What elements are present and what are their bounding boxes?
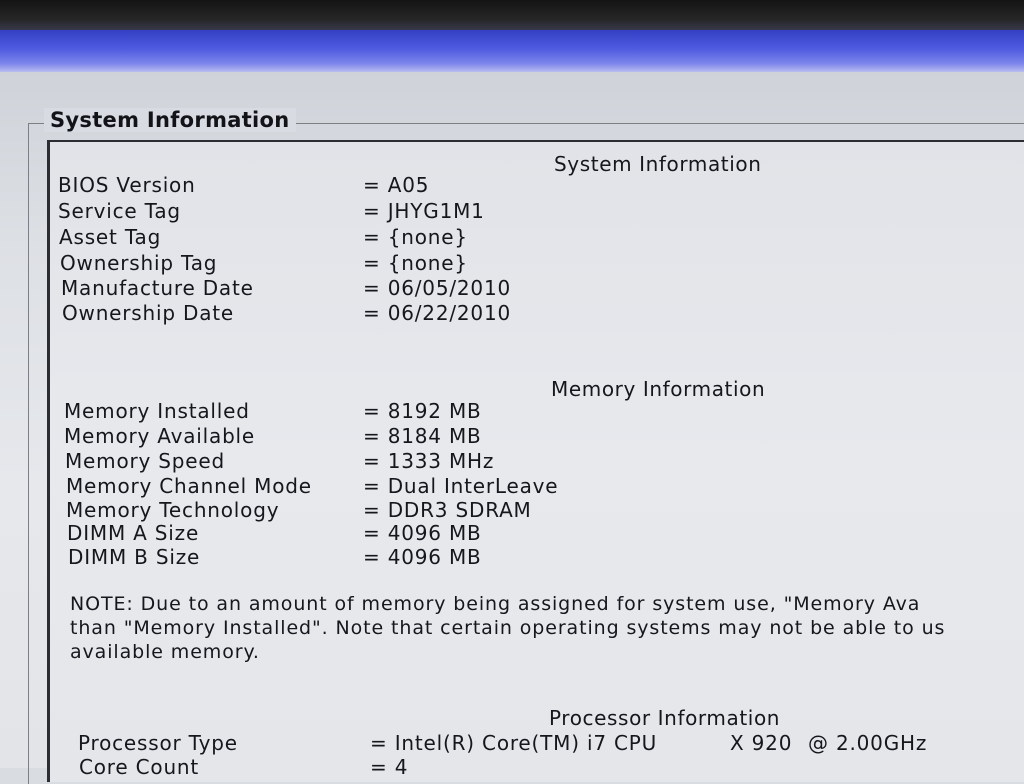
processor-information-heading: Processor Information (549, 706, 781, 730)
row-label: Memory Available (64, 424, 256, 448)
row-label: Memory Technology (66, 498, 280, 522)
row-label: BIOS Version (58, 173, 196, 197)
cpu-speed: @ 2.00GHz (808, 731, 928, 755)
bios-title-bar (0, 30, 1024, 72)
group-title: System Information (44, 108, 296, 132)
row-value: = {none} (363, 225, 468, 249)
row-value: = Intel(R) Core(TM) i7 CPU (370, 731, 658, 755)
row-value: = 06/05/2010 (363, 276, 511, 300)
row-label: Service Tag (58, 199, 181, 223)
system-information-heading: System Information (554, 152, 762, 176)
note-line: NOTE: Due to an amount of memory being a… (70, 593, 921, 615)
note-line: than "Memory Installed". Note that certa… (70, 617, 946, 639)
row-value: = A05 (363, 173, 430, 197)
row-label: DIMM B Size (68, 545, 201, 569)
row-label: Core Count (79, 755, 200, 779)
row-value: = 4 (370, 755, 409, 779)
memory-note: NOTE: Due to an amount of memory being a… (70, 592, 1024, 664)
row-label: Memory Speed (65, 449, 225, 473)
row-label: Manufacture Date (61, 276, 254, 300)
row-value: = 8184 MB (363, 424, 482, 448)
monitor-bezel (0, 0, 1024, 32)
row-label: Asset Tag (59, 225, 162, 249)
row-value: = DDR3 SDRAM (363, 498, 532, 522)
row-label: DIMM A Size (67, 521, 200, 545)
row-value: = 4096 MB (363, 521, 482, 545)
row-label: Ownership Tag (60, 251, 218, 275)
row-value: = {none} (363, 251, 468, 275)
row-label: Ownership Date (62, 301, 235, 325)
row-value: = 06/22/2010 (363, 301, 511, 325)
cpu-model: X 920 (730, 731, 793, 755)
note-line: available memory. (70, 641, 260, 663)
row-value: = 8192 MB (363, 399, 482, 423)
row-label: Memory Channel Mode (66, 474, 312, 498)
row-value: = Dual InterLeave (363, 474, 559, 498)
memory-information-heading: Memory Information (551, 377, 766, 401)
row-value: = JHYG1M1 (363, 199, 485, 223)
row-label: Memory Installed (64, 399, 250, 423)
row-label: Processor Type (78, 731, 238, 755)
row-value: = 1333 MHz (363, 449, 495, 473)
row-value: = 4096 MB (363, 545, 482, 569)
